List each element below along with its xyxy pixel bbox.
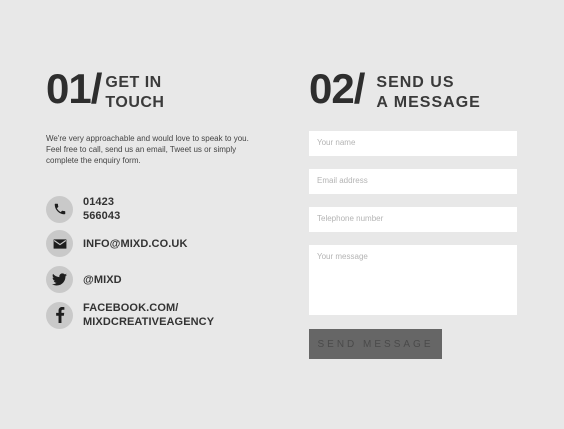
section-number: 02/ <box>309 65 365 112</box>
contact-facebook[interactable]: FACEBOOK.COM/ MIXDCREATIVEAGENCY <box>46 301 214 329</box>
facebook-icon <box>46 301 73 329</box>
send-message-button[interactable]: SEND MESSAGE <box>309 329 442 359</box>
mail-icon <box>46 230 73 257</box>
email-input[interactable]: Email address <box>309 169 517 194</box>
contact-twitter[interactable]: @MIXD <box>46 266 122 293</box>
email-address: INFO@MIXD.CO.UK <box>83 237 188 250</box>
send-message-heading: 02/ SEND US A MESSAGE <box>309 68 481 113</box>
twitter-handle: @MIXD <box>83 273 122 286</box>
phone-input[interactable]: Telephone number <box>309 207 517 232</box>
twitter-icon <box>46 266 73 293</box>
section-title: GET IN TOUCH <box>105 73 164 113</box>
get-in-touch-heading: 01/ GET IN TOUCH <box>46 68 164 113</box>
facebook-url-line-2: MIXDCREATIVEAGENCY <box>83 316 215 328</box>
name-input[interactable]: Your name <box>309 131 517 156</box>
name-placeholder: Your name <box>317 138 356 147</box>
section-title: SEND US A MESSAGE <box>376 73 480 113</box>
phone-number: 01423 566043 <box>83 196 121 222</box>
message-textarea[interactable]: Your message <box>309 245 517 315</box>
contact-email[interactable]: INFO@MIXD.CO.UK <box>46 230 188 257</box>
phone-placeholder: Telephone number <box>317 214 384 223</box>
title-line-2: TOUCH <box>105 94 165 111</box>
message-placeholder: Your message <box>317 252 368 261</box>
title-line-1: GET IN <box>105 74 162 91</box>
contact-phone[interactable]: 01423 566043 <box>46 195 120 223</box>
section-number: 01/ <box>46 65 102 112</box>
title-line-2: A MESSAGE <box>376 94 481 111</box>
title-line-1: SEND US <box>376 74 455 91</box>
phone-icon <box>46 195 73 223</box>
intro-text: We're very approachable and would love t… <box>46 134 249 165</box>
email-placeholder: Email address <box>317 176 368 185</box>
facebook-url-line-1: FACEBOOK.COM/ <box>83 302 179 314</box>
facebook-url: FACEBOOK.COM/ MIXDCREATIVEAGENCY <box>83 301 214 329</box>
